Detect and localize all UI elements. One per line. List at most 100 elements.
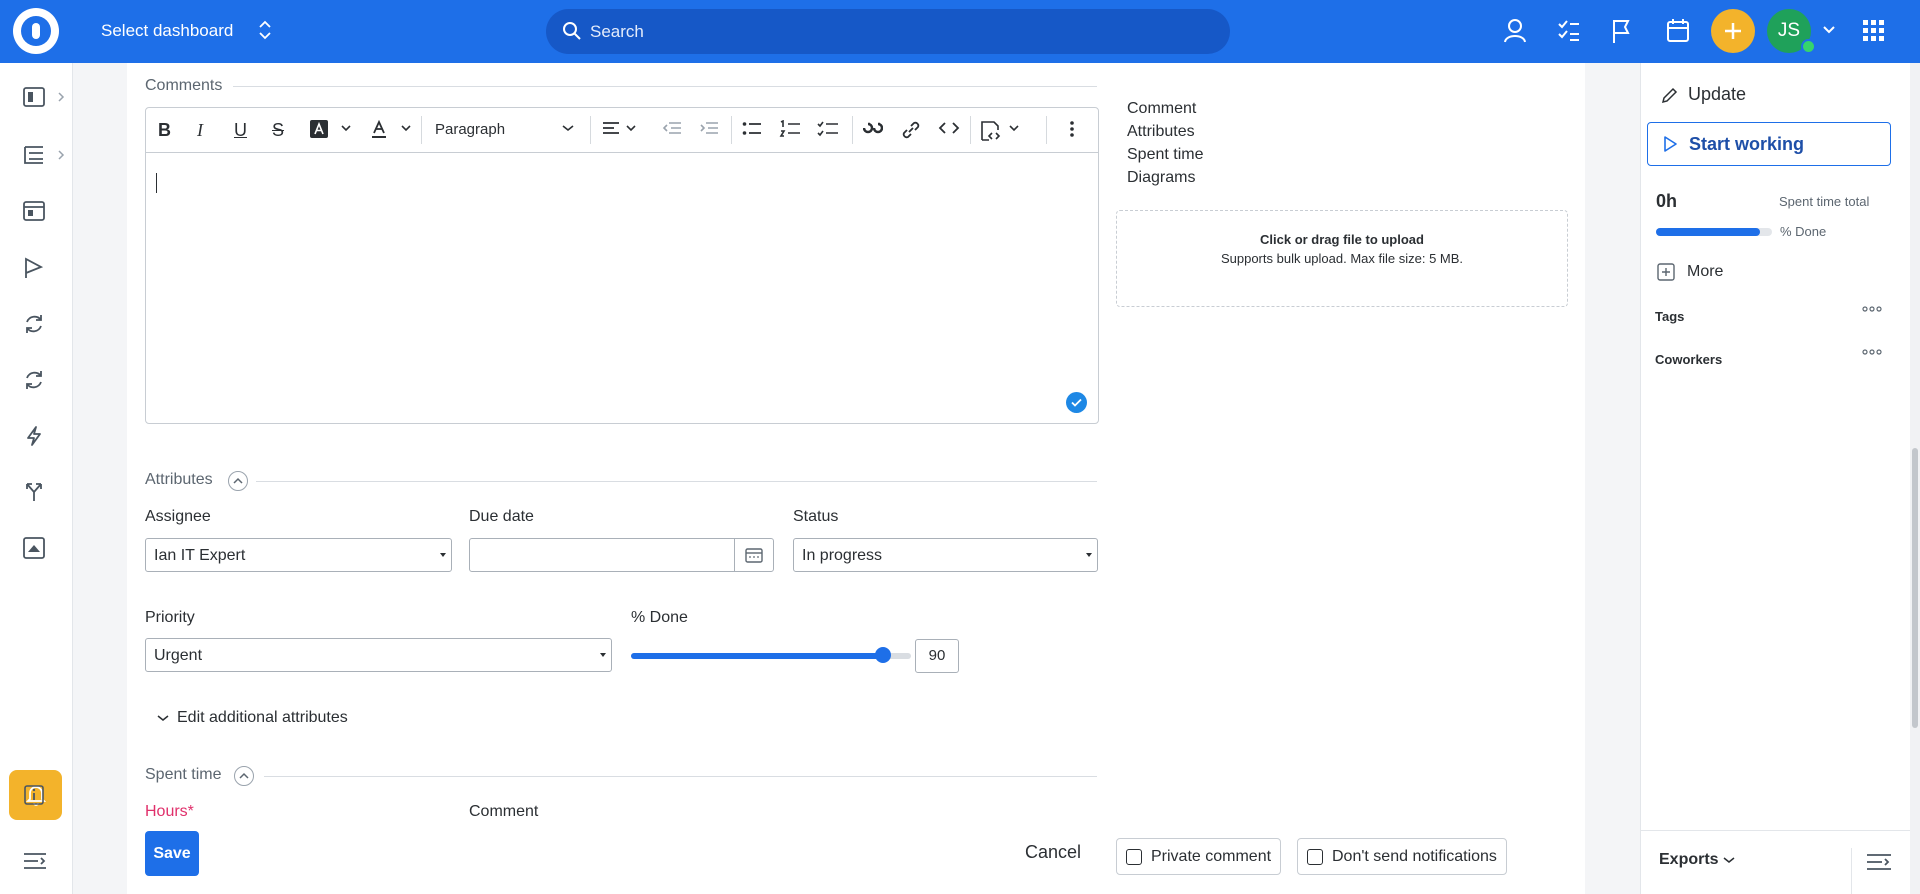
numbered-list-icon[interactable] xyxy=(779,120,801,140)
link-attributes[interactable]: Attributes xyxy=(1127,120,1203,143)
info-icon[interactable] xyxy=(24,785,44,805)
italic-button[interactable]: I xyxy=(197,120,203,140)
divider xyxy=(233,86,1097,87)
search-box[interactable] xyxy=(546,9,1230,54)
task-list-icon[interactable] xyxy=(23,144,45,166)
divider xyxy=(1851,848,1852,894)
underline-button[interactable]: U xyxy=(234,120,247,140)
progress-fill xyxy=(1656,228,1761,236)
collapse-spent-time-button[interactable] xyxy=(234,766,254,786)
editor-toolbar: B I U S Paragraph xyxy=(146,108,1098,153)
code-icon[interactable] xyxy=(938,120,960,136)
cancel-button[interactable]: Cancel xyxy=(1025,842,1081,863)
source-code-icon[interactable] xyxy=(979,120,1001,142)
refresh-icon[interactable] xyxy=(23,369,45,391)
coworkers-options-icon[interactable] xyxy=(1862,349,1882,355)
status-select[interactable]: In progress xyxy=(793,538,1098,572)
right-sidebar xyxy=(1640,63,1911,894)
more-options-icon[interactable] xyxy=(1070,120,1074,138)
comment-text-area[interactable] xyxy=(147,153,1097,421)
collapse-menu-icon[interactable] xyxy=(23,852,47,870)
due-date-input[interactable] xyxy=(469,538,735,572)
board-icon[interactable] xyxy=(23,201,45,221)
search-input[interactable] xyxy=(590,9,1190,54)
add-new-button[interactable] xyxy=(1711,9,1755,53)
font-color-button[interactable] xyxy=(370,120,388,140)
chevron-right-icon[interactable] xyxy=(57,150,65,160)
scroll-thumb[interactable] xyxy=(1912,448,1918,728)
flag-icon[interactable] xyxy=(1611,18,1633,44)
bold-button[interactable]: B xyxy=(158,120,171,140)
more-button[interactable]: More xyxy=(1657,263,1723,281)
private-comment-checkbox[interactable]: Private comment xyxy=(1116,838,1282,875)
checkbox[interactable] xyxy=(1307,848,1323,865)
checklist-icon[interactable] xyxy=(1557,18,1581,44)
indent-icon[interactable] xyxy=(699,120,719,138)
bullet-list-icon[interactable] xyxy=(742,120,762,138)
calendar-icon[interactable] xyxy=(1666,18,1690,44)
chart-box-icon[interactable] xyxy=(23,537,45,559)
chevron-down-icon[interactable] xyxy=(562,124,574,132)
date-picker-button[interactable] xyxy=(734,538,774,572)
update-label: Update xyxy=(1688,84,1747,104)
spellcheck-badge[interactable] xyxy=(1066,392,1087,413)
coworkers-label: Coworkers xyxy=(1655,352,1723,367)
tags-options-icon[interactable] xyxy=(1862,306,1882,312)
divider xyxy=(256,481,1097,482)
update-button[interactable]: Update xyxy=(1661,84,1746,105)
edit-additional-attributes-toggle[interactable]: Edit additional attributes xyxy=(157,709,348,727)
dropdown-arrow-icon xyxy=(440,553,446,557)
section-links: Comment Attributes Spent time Diagrams xyxy=(1127,97,1203,189)
dont-send-notifications-checkbox[interactable]: Don't send notifications xyxy=(1297,838,1507,875)
paragraph-style-select[interactable]: Paragraph xyxy=(435,121,505,138)
outdent-icon[interactable] xyxy=(662,120,682,138)
dashboard-icon[interactable] xyxy=(23,87,45,107)
chevron-right-icon[interactable] xyxy=(57,92,65,102)
priority-select[interactable]: Urgent xyxy=(145,638,612,672)
collapse-sidebar-icon[interactable] xyxy=(1866,852,1892,872)
apps-grid-icon[interactable] xyxy=(1863,20,1885,42)
exports-dropdown[interactable]: Exports xyxy=(1659,851,1735,869)
chevron-down-icon[interactable] xyxy=(1009,124,1019,132)
edit-additional-label: Edit additional attributes xyxy=(177,709,348,726)
chevron-down-icon[interactable] xyxy=(341,124,351,132)
chevron-down-icon[interactable] xyxy=(1822,25,1836,35)
done-slider[interactable] xyxy=(631,647,911,663)
checkbox[interactable] xyxy=(1126,848,1142,865)
link-comment[interactable]: Comment xyxy=(1127,97,1203,120)
pencil-icon xyxy=(1661,87,1678,103)
select-dashboard-label[interactable]: Select dashboard xyxy=(101,21,233,41)
link-icon[interactable] xyxy=(901,120,921,140)
done-label: % Done xyxy=(631,609,688,626)
top-bar: Select dashboard JS xyxy=(0,0,1920,63)
toolbar-divider xyxy=(590,116,591,144)
collapse-attributes-button[interactable] xyxy=(228,471,248,491)
more-label: More xyxy=(1687,263,1724,280)
slider-handle[interactable] xyxy=(875,647,891,663)
page-scrollbar[interactable] xyxy=(1910,63,1920,894)
highlight-color-button[interactable] xyxy=(310,120,328,138)
app-logo[interactable] xyxy=(13,8,59,54)
sync-icon[interactable] xyxy=(23,313,45,335)
link-spent-time[interactable]: Spent time xyxy=(1127,143,1203,166)
merge-branch-icon[interactable] xyxy=(23,481,45,503)
strikethrough-button[interactable]: S xyxy=(272,120,284,140)
done-progress-bar xyxy=(1656,228,1772,236)
todo-list-icon[interactable] xyxy=(817,120,839,138)
done-percent-input[interactable]: 90 xyxy=(915,639,959,673)
file-upload-dropzone[interactable]: Click or drag file to upload Supports bu… xyxy=(1116,210,1568,307)
blockquote-icon[interactable] xyxy=(863,120,883,136)
exports-label: Exports xyxy=(1659,851,1719,868)
assignee-select[interactable]: Ian IT Expert xyxy=(145,538,452,572)
spent-hours-value: 0h xyxy=(1656,191,1678,211)
link-diagrams[interactable]: Diagrams xyxy=(1127,166,1203,189)
start-working-button[interactable]: Start working xyxy=(1647,122,1891,166)
sort-arrows-icon[interactable] xyxy=(258,18,272,42)
milestone-flag-icon[interactable] xyxy=(23,257,45,279)
align-left-icon[interactable] xyxy=(602,120,620,138)
lightning-icon[interactable] xyxy=(23,425,45,447)
chevron-down-icon[interactable] xyxy=(626,124,636,132)
user-icon[interactable] xyxy=(1503,18,1527,44)
save-button[interactable]: Save xyxy=(145,831,199,876)
chevron-down-icon[interactable] xyxy=(401,124,411,132)
